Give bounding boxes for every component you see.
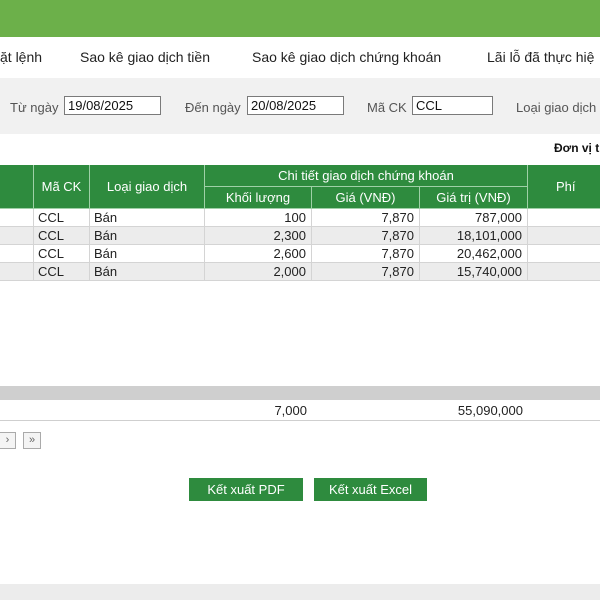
cell-code: CCL — [34, 263, 90, 281]
bottom-band — [0, 584, 600, 600]
header-price: Giá (VNĐ) — [312, 187, 420, 209]
to-date-label: Đến ngày — [185, 100, 241, 115]
cell-code: CCL — [34, 245, 90, 263]
header-detail-group: Chi tiết giao dịch chứng khoán — [205, 165, 528, 187]
tab-bar: ặt lệnh Sao kê giao dịch tiền Sao kê gia… — [0, 37, 600, 77]
stock-code-label: Mã CK — [367, 100, 407, 115]
cell-volume: 100 — [205, 209, 312, 227]
stock-code-input[interactable] — [412, 96, 493, 115]
totals-row: 7,000 55,090,000 — [0, 401, 600, 421]
table-row[interactable]: CCL Bán 2,300 7,870 18,101,000 — [0, 227, 600, 245]
header-value: Giá trị (VNĐ) — [420, 187, 528, 209]
from-date-label: Từ ngày — [10, 100, 59, 115]
export-pdf-button[interactable]: Kết xuất PDF — [189, 478, 303, 501]
transaction-type-label: Loại giao dịch — [516, 100, 597, 115]
to-date-input[interactable] — [247, 96, 344, 115]
table-footer-band — [0, 386, 600, 400]
total-volume: 7,000 — [274, 403, 307, 418]
cell-volume: 2,000 — [205, 263, 312, 281]
table-row[interactable]: CCL Bán 2,000 7,870 15,740,000 — [0, 263, 600, 281]
cell-value: 15,740,000 — [420, 263, 528, 281]
cell-volume: 2,600 — [205, 245, 312, 263]
tab-order[interactable]: ặt lệnh — [0, 49, 42, 65]
cell-volume: 2,300 — [205, 227, 312, 245]
header-type: Loại giao dịch — [90, 165, 205, 209]
next-page-button[interactable]: › — [0, 432, 16, 449]
table-row[interactable]: CCL Bán 2,600 7,870 20,462,000 — [0, 245, 600, 263]
table-row[interactable]: CCL Bán 100 7,870 787,000 — [0, 209, 600, 227]
header-code: Mã CK — [34, 165, 90, 209]
cell-type: Bán — [90, 263, 205, 281]
header-volume: Khối lượng — [205, 187, 312, 209]
cell-price: 7,870 — [312, 209, 420, 227]
cell-code: CCL — [34, 227, 90, 245]
cell-type: Bán — [90, 245, 205, 263]
tab-realized-pnl[interactable]: Lãi lỗ đã thực hiệ — [487, 49, 594, 65]
header-blank — [0, 165, 34, 209]
cell-value: 20,462,000 — [420, 245, 528, 263]
cell-price: 7,870 — [312, 227, 420, 245]
cell-type: Bán — [90, 227, 205, 245]
cell-price: 7,870 — [312, 245, 420, 263]
cell-value: 18,101,000 — [420, 227, 528, 245]
last-page-button[interactable]: » — [23, 432, 41, 449]
cell-value: 787,000 — [420, 209, 528, 227]
cell-code: CCL — [34, 209, 90, 227]
cell-price: 7,870 — [312, 263, 420, 281]
export-excel-button[interactable]: Kết xuất Excel — [314, 478, 427, 501]
tab-securities-statement[interactable]: Sao kê giao dịch chứng khoán — [252, 49, 441, 65]
cell-type: Bán — [90, 209, 205, 227]
top-banner — [0, 0, 600, 37]
total-value: 55,090,000 — [457, 403, 523, 418]
header-fee: Phí (VN — [528, 165, 600, 238]
unit-label: Đơn vị t — [554, 141, 600, 155]
filter-bar: Từ ngày Đến ngày Mã CK Loại giao dịch — [0, 78, 600, 134]
tab-cash-statement[interactable]: Sao kê giao dịch tiền — [80, 49, 210, 65]
from-date-input[interactable] — [64, 96, 161, 115]
